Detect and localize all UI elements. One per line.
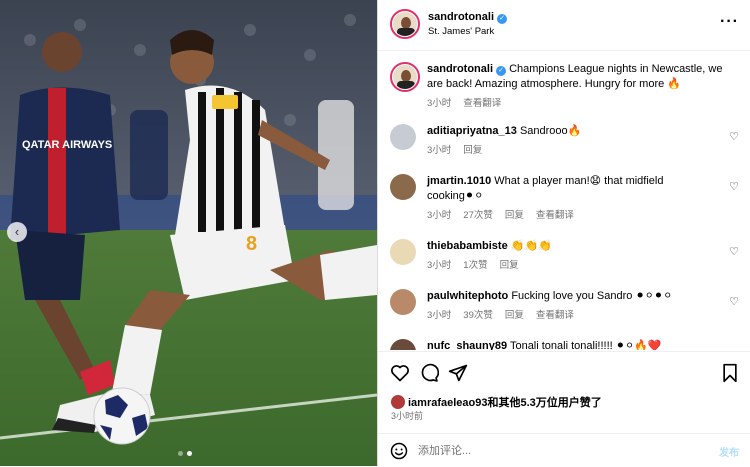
post-actions: iamrafaeleao93和其他5.3万位用户赞了 3小时前 发布 <box>378 351 750 466</box>
reply-button[interactable]: 回复 <box>500 260 519 271</box>
comment-username[interactable]: jmartin.1010 <box>427 175 491 187</box>
see-translation-link[interactable]: 查看翻译 <box>536 210 574 221</box>
heart-icon[interactable]: ♡ <box>729 180 739 193</box>
comment-likes[interactable]: 39次赞 <box>463 310 493 321</box>
comment-text: Sandrooo🔥 <box>519 125 582 137</box>
author-avatar[interactable] <box>390 9 420 39</box>
post-location[interactable]: St. James' Park <box>428 26 494 37</box>
liker-avatar <box>391 395 405 409</box>
comment-username[interactable]: thiebabambiste <box>427 240 508 252</box>
comment-time: 3小时 <box>427 310 452 321</box>
heart-icon[interactable]: ♡ <box>729 245 739 258</box>
reply-button[interactable]: 回复 <box>505 210 524 221</box>
commenter-avatar[interactable] <box>390 339 416 350</box>
instagram-post: QATAR AIRWAYS 8 ‹ sandrotonali ✓ St. Jam… <box>0 0 750 466</box>
shirt-number: 8 <box>246 233 257 255</box>
commenter-avatar[interactable] <box>390 174 416 200</box>
post-comment-button[interactable]: 发布 <box>719 444 739 459</box>
comment-likes[interactable]: 1次赞 <box>463 260 487 271</box>
commenter-avatar[interactable] <box>390 124 416 150</box>
comments-list[interactable]: sandrotonali ✓ Champions League nights in… <box>378 52 750 350</box>
commenter-avatar[interactable] <box>390 239 416 265</box>
comment-icon[interactable] <box>419 363 439 383</box>
post-time[interactable]: 3小时前 <box>391 409 423 422</box>
add-comment-bar: 发布 <box>378 433 750 467</box>
post-sidebar: sandrotonali ✓ St. James' Park ··· sandro… <box>377 0 750 466</box>
verified-badge-icon: ✓ <box>496 66 507 76</box>
reply-button[interactable]: 回复 <box>505 310 524 321</box>
more-options-icon[interactable]: ··· <box>720 13 739 31</box>
bookmark-icon[interactable] <box>721 363 739 383</box>
carousel-dot-active <box>187 451 192 456</box>
comment-input[interactable] <box>418 442 698 460</box>
comment-username[interactable]: paulwhitephoto <box>427 290 508 302</box>
reply-button[interactable]: 回复 <box>463 145 482 156</box>
likes-text[interactable]: 和其他5.3万位用户赞了 <box>488 397 602 409</box>
emoji-icon[interactable] <box>390 442 408 460</box>
post-media[interactable]: QATAR AIRWAYS 8 ‹ <box>0 0 377 466</box>
comment-text: Tonali tonali tonali!!!!! ⚫⚪🔥❤️ <box>509 340 662 350</box>
see-translation-link[interactable]: 查看翻译 <box>536 310 574 321</box>
see-translation-link[interactable]: 查看翻译 <box>463 98 501 109</box>
comment-text: Fucking love you Sandro ⚫⚪⚫⚪ <box>511 290 673 302</box>
commenter-avatar[interactable] <box>390 289 416 315</box>
chevron-left-icon: ‹ <box>14 224 20 239</box>
carousel-dot <box>178 451 183 456</box>
author-username[interactable]: sandrotonali <box>428 11 494 23</box>
share-icon[interactable] <box>448 363 468 383</box>
comment-time: 3小时 <box>427 260 452 271</box>
post-header: sandrotonali ✓ St. James' Park ··· <box>378 0 750 51</box>
comment-time: 3小时 <box>427 210 452 221</box>
comment-likes[interactable]: 27次赞 <box>463 210 493 221</box>
football-photo: QATAR AIRWAYS 8 <box>0 0 377 466</box>
comment-username[interactable]: aditiapriyatna_13 <box>427 125 517 137</box>
football <box>93 387 151 445</box>
caption-time: 3小时 <box>427 98 452 109</box>
heart-icon[interactable]: ♡ <box>729 295 739 308</box>
comment-text: 👏👏👏 <box>510 240 552 252</box>
verified-badge-icon: ✓ <box>497 14 508 24</box>
author-avatar[interactable] <box>390 62 420 92</box>
sponsor-text: QATAR AIRWAYS <box>22 139 112 151</box>
heart-icon[interactable] <box>390 363 410 383</box>
carousel-indicator <box>178 451 192 456</box>
caption-username[interactable]: sandrotonali <box>427 63 493 75</box>
comment-username[interactable]: nufc_shauny89 <box>427 340 507 350</box>
liker-username[interactable]: iamrafaeleao93 <box>408 397 488 409</box>
heart-icon[interactable]: ♡ <box>729 130 739 143</box>
likes-summary[interactable]: iamrafaeleao93和其他5.3万位用户赞了 <box>391 394 602 410</box>
carousel-prev-button[interactable]: ‹ <box>7 222 27 242</box>
comment-time: 3小时 <box>427 145 452 156</box>
